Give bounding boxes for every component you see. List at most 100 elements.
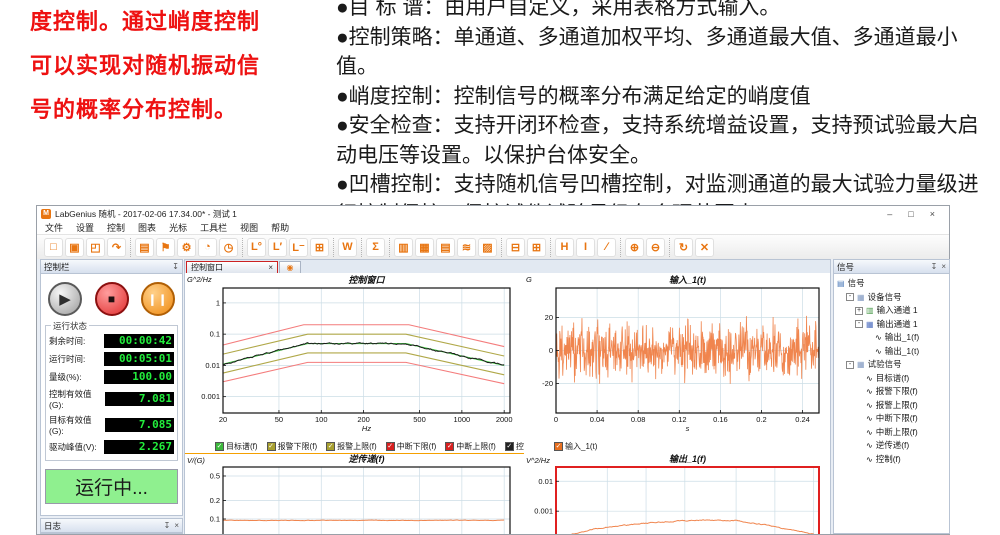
- layout-grid-icon[interactable]: ⊞: [527, 238, 546, 257]
- tree-item-输出_1(t)[interactable]: ∿输出_1(t): [864, 345, 949, 359]
- collapse-icon[interactable]: -: [846, 293, 854, 301]
- collapse-icon[interactable]: -: [855, 320, 863, 328]
- tree-item-label: 报警上限(f): [876, 399, 918, 413]
- print-icon[interactable]: ▤: [135, 238, 154, 257]
- chart-inverse-transfer[interactable]: 0.50.20.10.05205010020050010002000逆传递(f)…: [185, 454, 524, 534]
- cursor-slope-icon[interactable]: ∕: [597, 238, 616, 257]
- tree-item-中断下限(f)[interactable]: ∿中断下限(f): [855, 412, 949, 426]
- pin-icon[interactable]: ↧: [931, 262, 938, 271]
- legend-checkbox-icon[interactable]: ✓: [505, 442, 514, 451]
- tree-item-输出通道 1[interactable]: -▦输出通道 1: [855, 318, 949, 332]
- word-report-icon[interactable]: W: [338, 238, 357, 257]
- chart-bars-2-icon[interactable]: ▦: [415, 238, 434, 257]
- collapse-icon[interactable]: -: [846, 361, 854, 369]
- zoom-in-icon[interactable]: ⊕: [625, 238, 644, 257]
- svg-text:2000: 2000: [496, 415, 513, 424]
- svg-text:0.001: 0.001: [534, 507, 553, 516]
- bookmark-icon[interactable]: ⚑: [156, 238, 175, 257]
- close-icon[interactable]: ×: [941, 262, 946, 271]
- tree-item-逆传递(f)[interactable]: ∿逆传递(f): [855, 439, 949, 453]
- tree-item-试验信号[interactable]: -▦试验信号: [846, 358, 949, 372]
- export-icon[interactable]: ↷: [107, 238, 126, 257]
- tree-item-输出_1(f)[interactable]: ∿输出_1(f): [864, 331, 949, 345]
- chart-grid: 10.10.010.001205010020050010002000控制窗口G^…: [185, 273, 830, 534]
- tree-item-控制(f)[interactable]: ∿控制(f): [855, 453, 949, 467]
- cursor-vertical-icon[interactable]: I: [576, 238, 595, 257]
- menu-视图[interactable]: 视图: [240, 221, 258, 234]
- settings-icon[interactable]: ⚙: [177, 238, 196, 257]
- level-profile-1-icon[interactable]: L°: [247, 238, 266, 257]
- legend-checkbox-icon[interactable]: ✓: [554, 442, 563, 451]
- minimize-button[interactable]: –: [887, 209, 892, 219]
- tree-item-信号[interactable]: ▤信号: [837, 277, 949, 291]
- legend-checkbox-icon[interactable]: ✓: [445, 442, 454, 451]
- legend-item: ✓报警上限(f): [326, 441, 377, 452]
- chart-bars-3-icon[interactable]: ▤: [436, 238, 455, 257]
- menu-帮助[interactable]: 帮助: [271, 221, 289, 234]
- menu-光标[interactable]: 光标: [169, 221, 187, 234]
- save-icon[interactable]: ▣: [65, 238, 84, 257]
- expand-icon[interactable]: +: [855, 307, 863, 315]
- close-button[interactable]: ×: [930, 209, 935, 219]
- legend-checkbox-icon[interactable]: ✓: [267, 442, 276, 451]
- tab-close-icon[interactable]: ×: [268, 263, 273, 272]
- tree-item-报警上限(f)[interactable]: ∿报警上限(f): [855, 399, 949, 413]
- tree-item-目标谱(f)[interactable]: ∿目标谱(f): [855, 372, 949, 386]
- chart-control-window[interactable]: 10.10.010.001205010020050010002000控制窗口G^…: [185, 273, 524, 440]
- toolbar-group: W: [333, 238, 361, 257]
- menu-控制[interactable]: 控制: [107, 221, 125, 234]
- bullet-item: ●安全检查：支持开闭环检查，支持系统增益设置，支持预试验最大启动电压等设置。以保…: [336, 111, 998, 170]
- legend-checkbox-icon[interactable]: ✓: [386, 442, 395, 451]
- tree-item-设备信号[interactable]: -▦设备信号: [846, 291, 949, 305]
- menu-设置[interactable]: 设置: [76, 221, 94, 234]
- svg-text:0.2: 0.2: [756, 415, 766, 424]
- fit-view-icon[interactable]: ✕: [695, 238, 714, 257]
- play-button[interactable]: ▶: [48, 282, 82, 316]
- level-profile-3-icon[interactable]: L⁻: [289, 238, 308, 257]
- level-profile-2-icon[interactable]: L′: [268, 238, 287, 257]
- pause-button[interactable]: ❙❙: [141, 282, 175, 316]
- tree-item-报警下限(f)[interactable]: ∿报警下限(f): [855, 385, 949, 399]
- menu-工具栏[interactable]: 工具栏: [200, 221, 227, 234]
- legend-checkbox-icon[interactable]: ✓: [215, 442, 224, 451]
- svg-text:200: 200: [357, 415, 370, 424]
- signal-wave-icon: ∿: [866, 453, 873, 467]
- open-icon[interactable]: ◰: [86, 238, 105, 257]
- tab-control-window[interactable]: 控制窗口 ×: [186, 261, 278, 273]
- schedule-icon[interactable]: ◔: [198, 238, 217, 257]
- app-icon: M: [41, 209, 51, 219]
- pin-icon[interactable]: ↧: [164, 521, 171, 530]
- menu-图表[interactable]: 图表: [138, 221, 156, 234]
- title-bar[interactable]: M LabGenius 随机 - 2017-02-06 17.34.00* - …: [37, 206, 949, 221]
- bullet-item: ●控制策略：单通道、多通道加权平均、多通道最大值、多通道最小值。: [336, 23, 998, 82]
- chart-output-1f[interactable]: 0.010.0010.0001205010020050010002000输出_1…: [524, 454, 830, 534]
- chart-waterfall-icon[interactable]: ≋: [457, 238, 476, 257]
- signal-wave-icon: ∿: [866, 385, 873, 399]
- timer-icon[interactable]: ◷: [219, 238, 238, 257]
- layout-single-icon[interactable]: ⊟: [506, 238, 525, 257]
- tree-item-label: 试验信号: [868, 358, 902, 372]
- refresh-icon[interactable]: ↻: [674, 238, 693, 257]
- zoom-out-icon[interactable]: ⊖: [646, 238, 665, 257]
- log-panel: 日志 ↧ ×: [40, 518, 183, 534]
- svg-text:0: 0: [554, 415, 558, 424]
- new-test-icon[interactable]: □: [44, 238, 63, 257]
- chart-bars-1-icon[interactable]: ▥: [394, 238, 413, 257]
- chart-xy-icon[interactable]: ▨: [478, 238, 497, 257]
- stop-button[interactable]: ■: [95, 282, 129, 316]
- pin-icon[interactable]: ↧: [172, 262, 179, 271]
- menu-文件[interactable]: 文件: [45, 221, 63, 234]
- legend-checkbox-icon[interactable]: ✓: [326, 442, 335, 451]
- menu-bar: 文件设置控制图表光标工具栏视图帮助: [37, 221, 949, 234]
- restore-button[interactable]: □: [908, 209, 913, 219]
- control-panel: 控制栏 ↧ ▶ ■ ❙❙ 运行状态 剩余时间:00:00:42运行时间:00:0…: [40, 259, 183, 516]
- tree-item-中断上限(f)[interactable]: ∿中断上限(f): [855, 426, 949, 440]
- legend-label: 输入_1(t): [565, 441, 597, 452]
- cursor-harmonic-icon[interactable]: H: [555, 238, 574, 257]
- close-icon[interactable]: ×: [174, 521, 179, 530]
- tree-item-输入通道 1[interactable]: +▥输入通道 1: [855, 304, 949, 318]
- sigma-stats-icon[interactable]: Σ: [366, 238, 385, 257]
- link-window-icon[interactable]: ⊞: [310, 238, 329, 257]
- chart-input-1t[interactable]: 200-2000.040.080.120.160.20.24输入_1(t)Gs: [524, 273, 830, 440]
- tab-snapshot[interactable]: ◉: [279, 261, 301, 273]
